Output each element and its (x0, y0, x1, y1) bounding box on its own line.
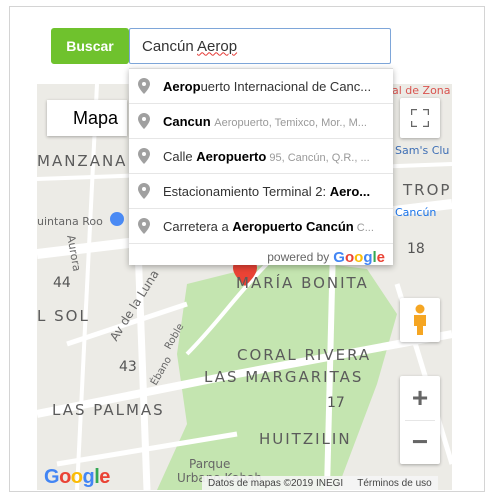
map-label-44: 44 (53, 275, 71, 291)
map-label-parque: Parque (189, 457, 231, 471)
search-button[interactable]: Buscar (51, 28, 129, 64)
map-label-maria-bonita: MARÍA BONITA (236, 274, 369, 292)
powered-by-google-logo: Google (333, 248, 385, 266)
map-footer: Datos de mapas ©2019 INEGI Términos de u… (202, 476, 438, 490)
location-pin-icon (138, 218, 150, 234)
location-pin-icon (138, 148, 150, 164)
map-label-palmas: LAS PALMAS (52, 401, 165, 419)
fullscreen-icon (411, 109, 429, 127)
pegman-icon (414, 304, 426, 335)
search-query-text: Cancún Aerop (142, 37, 238, 55)
autocomplete-dropdown: Aeropuerto Internacional de Canc... Canc… (129, 68, 393, 266)
search-input[interactable]: Cancún Aerop (129, 28, 391, 64)
zoom-control: + − (400, 376, 440, 464)
google-logo: Google (44, 466, 110, 488)
zoom-out-button[interactable]: − (400, 420, 440, 464)
fullscreen-button[interactable] (400, 98, 440, 138)
powered-by-text: powered by (267, 250, 330, 264)
map-label-cancun: Cancún (395, 206, 437, 219)
autocomplete-item[interactable]: Carretera a Aeropuerto Cancún C... (129, 209, 393, 244)
map-label-17: 17 (327, 395, 345, 411)
autocomplete-item[interactable]: Calle Aeropuerto 95, Cancún, Q.R., ... (129, 139, 393, 174)
autocomplete-item[interactable]: Estacionamiento Terminal 2: Aero... (129, 174, 393, 209)
autocomplete-item[interactable]: Cancun Aeropuerto, Temixco, Mor., M... (129, 104, 393, 139)
location-pin-icon (138, 78, 150, 94)
map-data-attribution: Datos de mapas ©2019 INEGI (208, 477, 344, 489)
map-label-huitzilin: HUITZILIN (259, 430, 352, 448)
map-label-sol: L SOL (37, 307, 90, 325)
map-label-18: 18 (407, 241, 425, 257)
map-label-manzana: MANZANA (37, 152, 128, 170)
map-label-quintana-roo: uintana Roo (37, 215, 103, 228)
map-label-sams: Sam's Clu (395, 144, 450, 157)
zoom-in-button[interactable]: + (400, 376, 440, 420)
terms-link[interactable]: Términos de uso (357, 478, 431, 489)
location-pin-icon (138, 183, 150, 199)
street-view-pegman[interactable] (400, 298, 440, 342)
map-label-margaritas: LAS MARGARITAS (204, 368, 364, 386)
map-label-coral-rivera: CORAL RIVERA (237, 346, 372, 364)
map-label-zona: al de Zona (392, 84, 451, 97)
location-pin-icon (138, 113, 150, 129)
map-type-button[interactable]: Mapa (47, 100, 127, 136)
powered-by-google: powered by Google (129, 244, 393, 270)
map-label-trop: TROP (403, 181, 452, 199)
map-label-43: 43 (119, 359, 137, 375)
autocomplete-item[interactable]: Aeropuerto Internacional de Canc... (129, 69, 393, 104)
